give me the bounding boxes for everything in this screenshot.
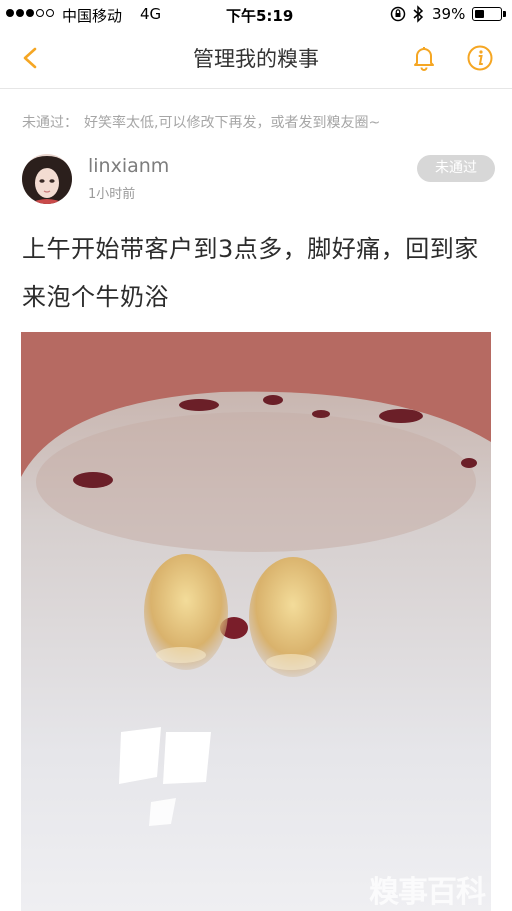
post-time: 1小时前: [88, 187, 136, 202]
carrier-name: 中国移动: [62, 7, 123, 25]
battery-icon: [472, 7, 506, 21]
info-button[interactable]: [464, 42, 496, 74]
avatar[interactable]: [22, 154, 72, 204]
watermark: 糗事百科: [369, 875, 486, 910]
nav-bar: 管理我的糗事: [0, 28, 512, 89]
post-image[interactable]: 糗事百科: [21, 332, 491, 911]
notice-label: 未通过：: [22, 115, 78, 131]
status-badge: 未通过: [417, 155, 495, 182]
milk-bath-photo: [21, 332, 491, 911]
notice-message: 好笑率太低,可以修改下再发，或者发到糗友圈~: [84, 115, 381, 131]
bluetooth-icon: [413, 5, 424, 23]
network-type: 4G: [140, 5, 162, 23]
bell-button[interactable]: [408, 42, 440, 74]
status-time: 下午5:19: [226, 7, 294, 25]
username[interactable]: linxianm: [88, 155, 169, 177]
battery-percent: 39%: [432, 5, 466, 23]
post-text: 上午开始带客户到3点多，脚好痛，回到家来泡个牛奶浴: [22, 235, 479, 311]
status-bar: 中国移动 4G 下午5:19 39%: [0, 0, 512, 28]
rejection-notice: 未通过： 好笑率太低,可以修改下再发，或者发到糗友圈~: [22, 112, 380, 132]
rotation-lock-icon: [390, 6, 406, 22]
signal-strength-icon: [6, 9, 54, 17]
